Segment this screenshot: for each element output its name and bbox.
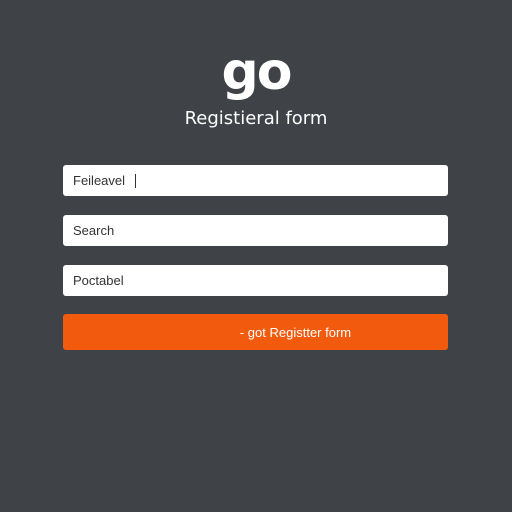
form-title: Registieral form bbox=[184, 108, 328, 129]
logo: go bbox=[221, 42, 293, 102]
text-cursor bbox=[135, 173, 137, 188]
first-input[interactable]: Feileavel bbox=[63, 165, 448, 196]
first-input-value: Feileavel bbox=[73, 173, 126, 188]
register-button-label: - got Registter form bbox=[239, 324, 352, 340]
registration-page: go Registieral form Feileavel Search Poc… bbox=[0, 0, 512, 512]
register-button[interactable]: - got Registter form bbox=[63, 314, 448, 350]
search-input-value: Search bbox=[73, 223, 115, 238]
search-input[interactable]: Search bbox=[63, 215, 448, 246]
third-input-value: Poctabel bbox=[73, 273, 124, 288]
third-input[interactable]: Poctabel bbox=[63, 265, 448, 296]
